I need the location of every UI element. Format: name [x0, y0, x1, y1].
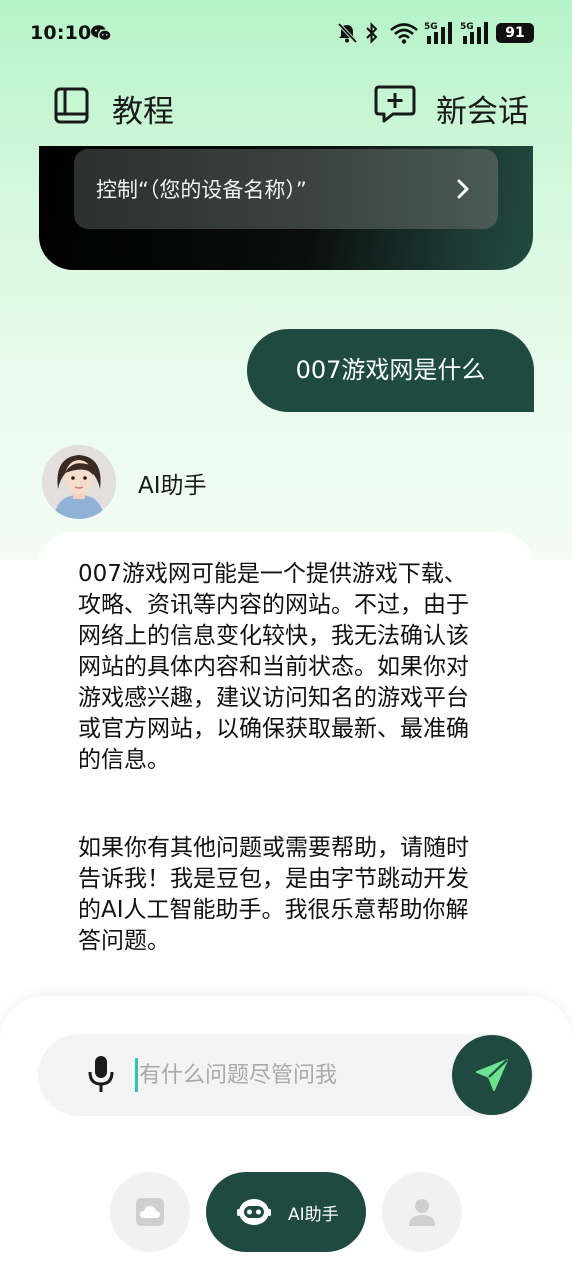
wechat-icon [91, 25, 112, 42]
bottom-panel: AI助手 [0, 996, 572, 1279]
robot-icon [237, 1199, 271, 1225]
device-control-card: 控制“（您的设备名称）” [39, 146, 533, 270]
book-icon[interactable] [52, 86, 92, 126]
signal-icon: 5G [460, 22, 488, 44]
nav-cloud-button[interactable] [110, 1172, 190, 1252]
new-chat-icon[interactable] [373, 84, 417, 124]
send-icon [476, 1059, 508, 1091]
wifi-icon [390, 23, 418, 44]
control-device-item[interactable]: 控制“（您的设备名称）” [74, 149, 498, 229]
nav-ai-assistant-label: AI助手 [288, 1205, 339, 1225]
assistant-reply-paragraph: 如果你有其他问题或需要帮助，请随时告诉我！我是豆包，是由字节跳动开发的AI人工智… [78, 835, 469, 954]
new-chat-button[interactable]: 新会话 [436, 86, 529, 131]
send-button[interactable] [452, 1035, 532, 1115]
control-device-label: 控制“（您的设备名称）” [96, 178, 307, 202]
assistant-reply-card: 007游戏网可能是一个提供游戏下载、攻略、资讯等内容的网站。不过，由于网络上的信… [38, 532, 534, 972]
text-caret [135, 1058, 138, 1092]
assistant-name: AI助手 [138, 473, 207, 499]
bluetooth-icon [366, 22, 378, 44]
cloud-icon [136, 1198, 164, 1226]
person-icon [409, 1199, 435, 1226]
composer-bar [38, 1034, 534, 1116]
chevron-right-icon [457, 179, 469, 199]
user-message-bubble: 007游戏网是什么 [247, 329, 534, 412]
signal-1-label: 5G [424, 22, 438, 32]
microphone-icon[interactable] [86, 1054, 116, 1094]
nav-ai-assistant-tab[interactable]: AI助手 [206, 1172, 366, 1252]
battery-level: 91 [505, 25, 525, 41]
mute-icon [337, 22, 358, 44]
status-time: 10:10 [30, 22, 92, 44]
battery-icon: 91 [496, 23, 534, 43]
signal-2-label: 5G [460, 22, 474, 32]
top-bar: 教程 新会话 [0, 76, 572, 138]
message-input[interactable] [139, 1050, 439, 1100]
nav-profile-button[interactable] [382, 1172, 462, 1252]
assistant-reply-paragraph: 007游戏网可能是一个提供游戏下载、攻略、资讯等内容的网站。不过，由于网络上的信… [78, 561, 469, 773]
avatar [42, 445, 116, 519]
status-bar: 10:10 5G 5G 91 [0, 0, 572, 66]
tutorial-button[interactable]: 教程 [112, 86, 174, 131]
signal-icon: 5G [424, 22, 452, 44]
